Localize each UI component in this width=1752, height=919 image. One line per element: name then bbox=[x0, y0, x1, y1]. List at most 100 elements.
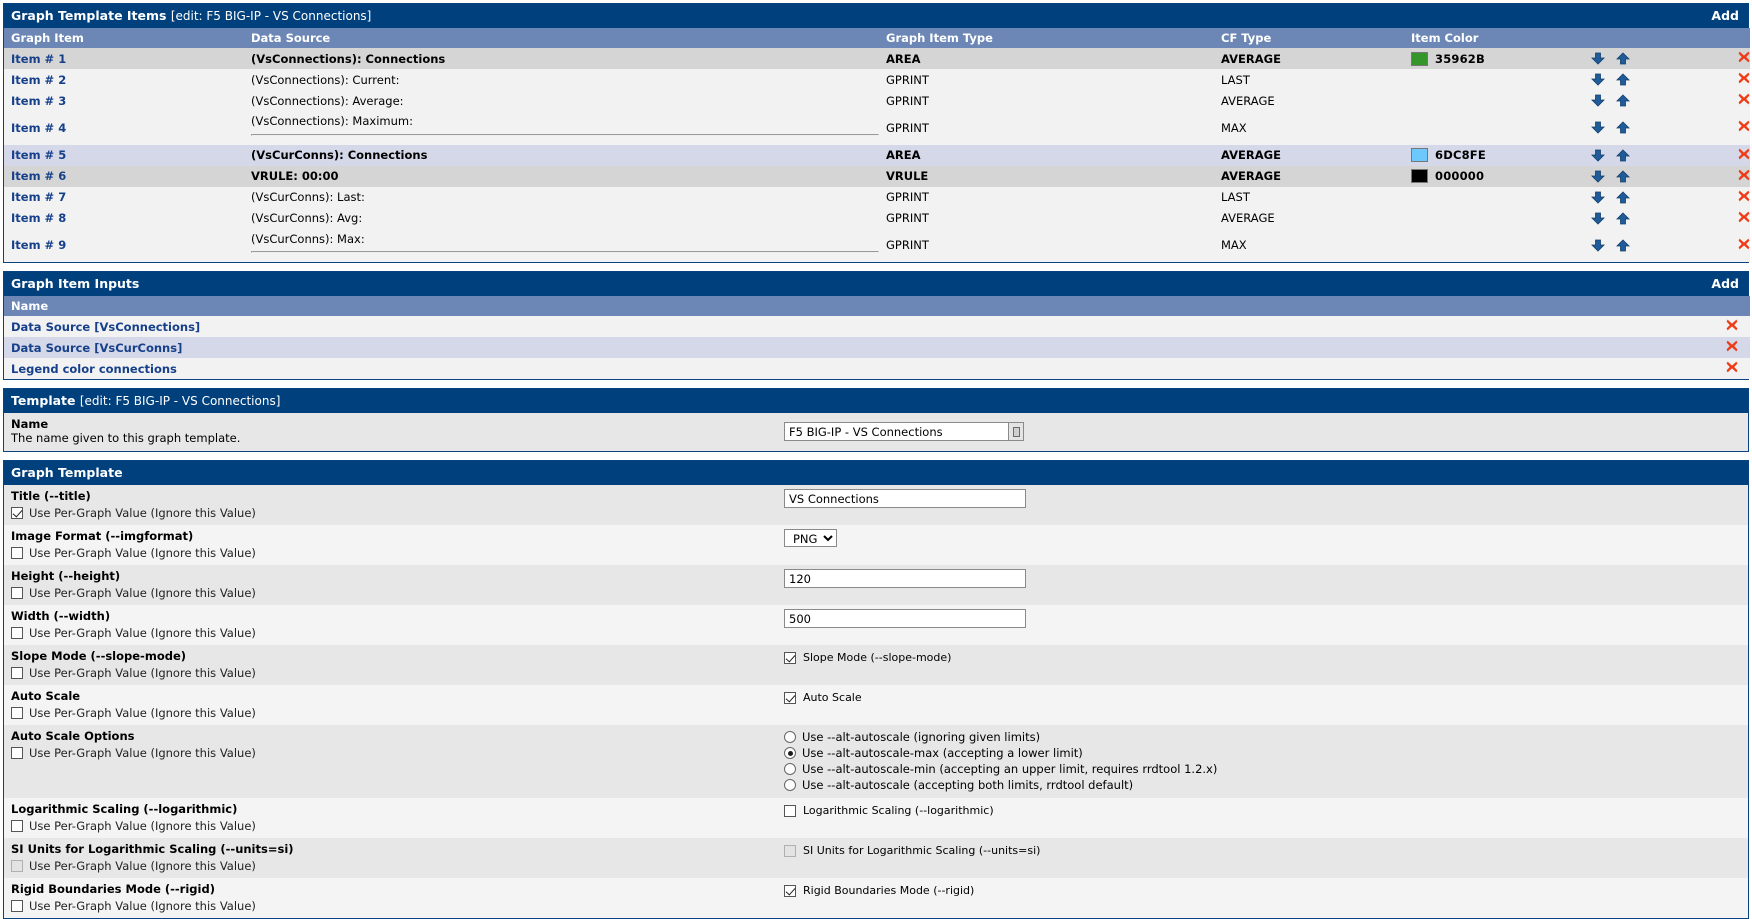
name-field-picker-icon[interactable] bbox=[1008, 422, 1024, 441]
graph-inputs-body: Data Source [VsConnections] Data Source [… bbox=[4, 316, 1750, 379]
field-text-input[interactable] bbox=[784, 489, 1026, 508]
graph-item-link[interactable]: Item # 5 bbox=[11, 148, 66, 162]
move-up-arrow-icon[interactable] bbox=[1616, 148, 1630, 162]
graph-template-panel: Title (--title) Use Per-Graph Value (Igno… bbox=[3, 485, 1749, 919]
graph-input-link[interactable]: Legend color connections bbox=[11, 362, 177, 376]
autoscale-radio[interactable] bbox=[784, 731, 796, 743]
per-graph-value-checkbox[interactable] bbox=[11, 667, 23, 679]
form-row-labels: Width (--width) Use Per-Graph Value (Igno… bbox=[4, 605, 784, 645]
cell-cf-type: LAST bbox=[1214, 69, 1404, 90]
graph-item-link[interactable]: Item # 6 bbox=[11, 169, 66, 183]
move-down-arrow-icon[interactable] bbox=[1591, 191, 1605, 204]
per-graph-value-row: Use Per-Graph Value (Ignore this Value) bbox=[11, 586, 784, 600]
form-row: Height (--height) Use Per-Graph Value (Ig… bbox=[4, 565, 1748, 605]
col-move bbox=[1584, 28, 1694, 48]
move-down-arrow-icon[interactable] bbox=[1591, 94, 1605, 107]
delete-x-glyph bbox=[1726, 340, 1738, 352]
graph-item-link[interactable]: Item # 9 bbox=[11, 238, 66, 252]
move-down-arrow-icon[interactable] bbox=[1591, 149, 1605, 162]
cell-move-actions bbox=[1584, 111, 1694, 145]
field-checkbox[interactable] bbox=[784, 691, 796, 704]
move-up-arrow-glyph bbox=[1616, 169, 1630, 182]
graph-item-inputs-title: Graph Item Inputs bbox=[11, 276, 140, 291]
per-graph-value-checkbox[interactable] bbox=[11, 547, 23, 559]
template-name-input[interactable] bbox=[784, 422, 1009, 441]
move-up-arrow-icon[interactable] bbox=[1616, 94, 1630, 107]
delete-x-icon[interactable] bbox=[1738, 238, 1750, 253]
delete-x-icon[interactable] bbox=[1738, 93, 1750, 108]
delete-x-icon[interactable] bbox=[1738, 120, 1750, 135]
field-label: Width (--width) bbox=[11, 609, 111, 623]
graph-item-link[interactable]: Item # 1 bbox=[11, 52, 66, 66]
hr-tag bbox=[251, 251, 879, 254]
delete-x-icon[interactable] bbox=[1738, 211, 1750, 226]
graph-item-link[interactable]: Item # 7 bbox=[11, 190, 66, 204]
cell-move-actions bbox=[1584, 48, 1694, 69]
add-graph-item-link[interactable]: Add bbox=[1711, 8, 1741, 23]
cell-input-name: Data Source [VsConnections] bbox=[4, 316, 1694, 337]
field-text-input[interactable] bbox=[784, 609, 1026, 628]
move-up-arrow-icon[interactable] bbox=[1616, 239, 1630, 252]
delete-x-icon[interactable] bbox=[1738, 169, 1750, 184]
graph-input-link[interactable]: Data Source [VsCurConns] bbox=[11, 341, 182, 355]
delete-x-icon[interactable] bbox=[1726, 319, 1738, 334]
field-checkbox-label: Slope Mode (--slope-mode) bbox=[803, 651, 952, 664]
graph-item-link[interactable]: Item # 2 bbox=[11, 73, 66, 87]
add-graph-input-link[interactable]: Add bbox=[1711, 276, 1741, 291]
table-row: Item # 3 (VsConnections): Average: GPRINT A… bbox=[4, 90, 1750, 111]
delete-x-icon[interactable] bbox=[1726, 361, 1738, 376]
cell-graph-item: Item # 4 bbox=[4, 111, 244, 145]
autoscale-radio[interactable] bbox=[784, 763, 796, 775]
cell-graph-item-type: GPRINT bbox=[879, 111, 1214, 145]
form-row-control: PNG bbox=[784, 525, 1748, 552]
form-row-labels: Rigid Boundaries Mode (--rigid) Use Per-G… bbox=[4, 878, 784, 918]
template-name-row: Name The name given to this graph templa… bbox=[4, 413, 1748, 451]
per-graph-value-checkbox[interactable] bbox=[11, 900, 23, 912]
per-graph-value-checkbox[interactable] bbox=[11, 587, 23, 599]
per-graph-value-checkbox[interactable] bbox=[11, 747, 23, 759]
move-down-arrow-icon[interactable] bbox=[1591, 239, 1605, 252]
move-down-arrow-icon[interactable] bbox=[1591, 73, 1605, 86]
field-checkbox[interactable] bbox=[784, 651, 796, 664]
graph-item-link[interactable]: Item # 8 bbox=[11, 211, 66, 225]
cell-delete-action bbox=[1694, 90, 1750, 111]
per-graph-value-checkbox[interactable] bbox=[11, 707, 23, 719]
field-checkbox[interactable] bbox=[784, 884, 796, 897]
cell-move-actions bbox=[1584, 165, 1694, 187]
move-up-arrow-icon[interactable] bbox=[1616, 52, 1630, 65]
move-up-arrow-icon[interactable] bbox=[1616, 190, 1630, 204]
autoscale-radio[interactable] bbox=[784, 779, 796, 791]
field-checkbox-row: SI Units for Logarithmic Scaling (--unit… bbox=[784, 844, 1748, 857]
graph-item-link[interactable]: Item # 3 bbox=[11, 94, 66, 108]
delete-x-icon[interactable] bbox=[1738, 51, 1750, 66]
delete-x-icon[interactable] bbox=[1738, 190, 1750, 205]
move-down-arrow-icon[interactable] bbox=[1591, 212, 1605, 225]
per-graph-value-checkbox[interactable] bbox=[11, 507, 23, 519]
graph-item-link[interactable]: Item # 4 bbox=[11, 121, 66, 135]
cell-cf-type: MAX bbox=[1214, 228, 1404, 262]
move-up-arrow-icon[interactable] bbox=[1616, 211, 1630, 225]
cell-input-name: Data Source [VsCurConns] bbox=[4, 337, 1694, 358]
template-title-text: Template bbox=[11, 393, 76, 408]
radio-option-label: Use --alt-autoscale-min (accepting an up… bbox=[802, 762, 1218, 776]
delete-x-icon[interactable] bbox=[1738, 72, 1750, 87]
move-up-arrow-icon[interactable] bbox=[1616, 73, 1630, 86]
graph-input-link[interactable]: Data Source [VsConnections] bbox=[11, 320, 200, 334]
per-graph-value-checkbox[interactable] bbox=[11, 820, 23, 832]
move-up-arrow-icon[interactable] bbox=[1616, 169, 1630, 183]
autoscale-radio[interactable] bbox=[784, 747, 796, 759]
form-row-control bbox=[784, 605, 1748, 633]
move-down-arrow-icon[interactable] bbox=[1591, 170, 1605, 183]
item-color-value: 35962B bbox=[1411, 51, 1584, 66]
delete-x-icon[interactable] bbox=[1738, 148, 1750, 163]
field-text-input[interactable] bbox=[784, 569, 1026, 588]
field-checkbox[interactable] bbox=[784, 804, 796, 817]
move-up-arrow-icon[interactable] bbox=[1616, 121, 1630, 134]
move-down-arrow-icon[interactable] bbox=[1591, 121, 1605, 134]
per-graph-value-checkbox[interactable] bbox=[11, 627, 23, 639]
move-down-arrow-icon[interactable] bbox=[1591, 52, 1605, 65]
delete-x-icon[interactable] bbox=[1726, 340, 1738, 355]
form-row: Width (--width) Use Per-Graph Value (Igno… bbox=[4, 605, 1748, 645]
image-format-select[interactable]: PNG bbox=[784, 529, 837, 547]
move-up-arrow-glyph bbox=[1616, 211, 1630, 224]
